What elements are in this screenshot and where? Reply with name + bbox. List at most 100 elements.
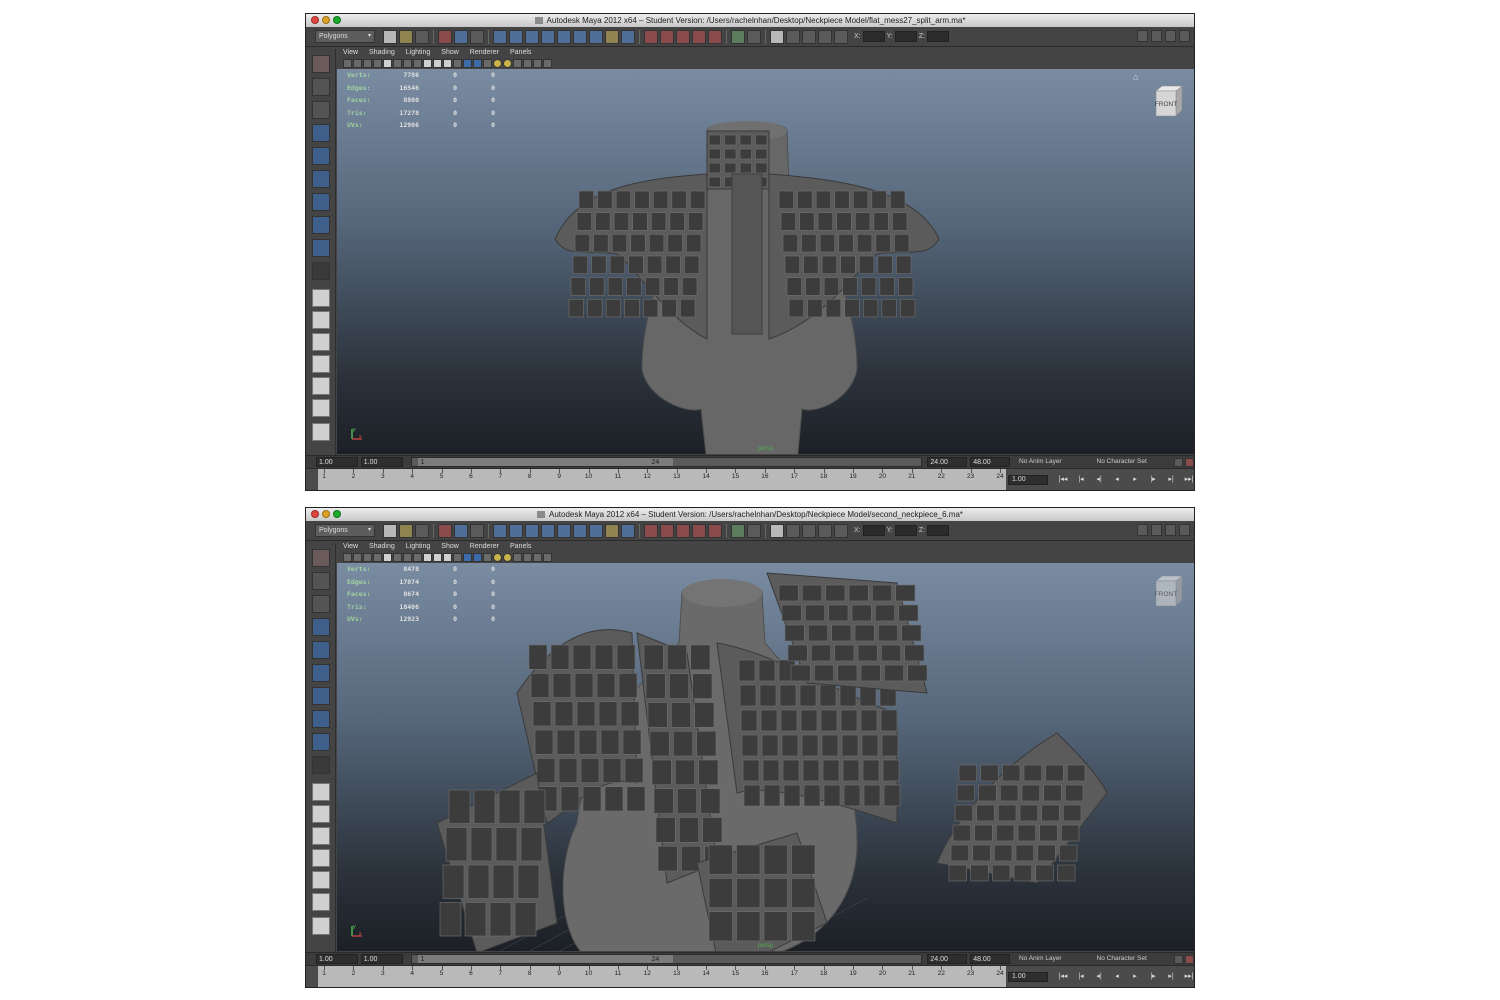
panel-menu-view[interactable]: View (343, 48, 358, 58)
select-render-icon[interactable] (589, 523, 603, 538)
start-time-field[interactable]: 1.00 (316, 457, 358, 467)
new-scene-icon[interactable] (383, 29, 397, 44)
select-tool-icon[interactable] (312, 55, 330, 73)
panel-menu-lighting[interactable]: Lighting (406, 48, 431, 58)
render-settings-icon[interactable] (818, 523, 832, 538)
x-field[interactable] (862, 525, 885, 536)
time-slider[interactable]: 1 2 3 4 5 6 7 8 9 10 11 12 13 14 15 16 17 18 19 20 21 22 23 24 … (306, 468, 1194, 490)
image-plane-icon[interactable] (373, 553, 382, 562)
go-to-end-icon[interactable]: ▸▸| (1182, 475, 1194, 485)
ipr-render-icon[interactable] (802, 523, 816, 538)
last-tool-icon[interactable] (312, 262, 330, 280)
outliner-layout-icon[interactable] (312, 423, 330, 441)
save-scene-icon[interactable] (415, 29, 429, 44)
character-set-dropdown[interactable]: No Character Set (1093, 954, 1172, 964)
field-chart-icon[interactable] (423, 59, 432, 68)
grid-icon[interactable] (383, 553, 392, 562)
show-manipulator-icon[interactable] (312, 733, 330, 751)
safe-title-icon[interactable] (443, 553, 452, 562)
range-slider-bar[interactable]: 1 24 (410, 954, 923, 964)
play-forwards-icon[interactable]: ▸ (1128, 475, 1142, 485)
select-curve-icon[interactable] (525, 29, 539, 44)
channel-box-icon[interactable] (1179, 524, 1190, 536)
y-field[interactable] (894, 525, 917, 536)
isolate-select-icon[interactable] (523, 59, 532, 68)
textured-icon[interactable] (483, 553, 492, 562)
paint-select-tool-icon[interactable] (312, 595, 330, 613)
render-view-icon[interactable] (770, 523, 784, 538)
high-quality-icon[interactable] (533, 59, 542, 68)
gate-mask-icon[interactable] (413, 59, 422, 68)
anim-layer-dropdown[interactable]: No Anim Layer (1015, 457, 1088, 467)
home-icon[interactable]: ⌂ (1133, 73, 1142, 82)
grid-icon[interactable] (383, 59, 392, 68)
select-joint-icon[interactable] (509, 523, 523, 538)
make-live-icon[interactable] (708, 29, 722, 44)
construction-history-icon[interactable] (747, 29, 761, 44)
zoom-window-button[interactable] (333, 510, 341, 518)
film-gate-icon[interactable] (393, 553, 402, 562)
time-slider[interactable]: 1 2 3 4 5 6 7 8 9 10 11 12 13 14 15 16 17 18 19 20 21 22 23 24 … (306, 965, 1194, 987)
wireframe-on-shaded-icon[interactable] (473, 553, 482, 562)
select-deform-icon[interactable] (557, 29, 571, 44)
open-scene-icon[interactable] (399, 29, 413, 44)
select-camera-icon[interactable] (343, 553, 352, 562)
step-back-key-icon[interactable]: |◂ (1074, 475, 1088, 485)
select-mask-icon[interactable] (493, 29, 507, 44)
snap-point-icon[interactable] (676, 29, 690, 44)
z-field[interactable] (927, 31, 950, 42)
select-by-object-icon[interactable] (454, 523, 468, 538)
single-perspective-layout-icon[interactable] (312, 783, 330, 801)
panel-menu-view[interactable]: View (343, 542, 358, 552)
use-all-lights-icon[interactable] (493, 59, 502, 68)
range-thumb[interactable] (417, 955, 673, 963)
x-field[interactable] (862, 31, 885, 42)
select-by-component-icon[interactable] (470, 29, 484, 44)
lasso-tool-icon[interactable] (312, 572, 330, 590)
ipr-render-icon[interactable] (802, 29, 816, 44)
image-plane-icon[interactable] (373, 59, 382, 68)
tool-settings-icon[interactable] (1165, 524, 1176, 536)
safe-title-icon[interactable] (443, 59, 452, 68)
play-forwards-icon[interactable]: ▸ (1128, 972, 1142, 982)
go-to-end-icon[interactable]: ▸▸| (1182, 972, 1194, 982)
wireframe-on-shaded-icon[interactable] (473, 59, 482, 68)
step-back-frame-icon[interactable]: ◂| (1092, 475, 1106, 485)
render-view-icon[interactable] (770, 29, 784, 44)
panel-menu-renderer[interactable]: Renderer (470, 542, 499, 552)
select-mask-icon[interactable] (493, 523, 507, 538)
highlight-selection-icon[interactable] (621, 523, 635, 538)
step-back-frame-icon[interactable]: ◂| (1092, 972, 1106, 982)
y-field[interactable] (894, 31, 917, 42)
hypershade-icon[interactable] (834, 29, 848, 44)
persp-graph-layout-icon[interactable] (312, 827, 330, 845)
menu-set-dropdown[interactable]: Polygons ▾ (315, 30, 375, 43)
view-cube[interactable]: FRONT (1152, 83, 1184, 119)
isolate-select-icon[interactable] (523, 553, 532, 562)
snap-grid-icon[interactable] (644, 523, 658, 538)
time-ruler[interactable]: 1 2 3 4 5 6 7 8 9 10 11 12 13 14 15 16 17 18 19 20 21 22 23 24 (318, 966, 1006, 987)
modeling-toolkit-icon[interactable] (1137, 524, 1148, 536)
panel-menu-renderer[interactable]: Renderer (470, 48, 499, 58)
end-time-field[interactable]: 48.00 (970, 457, 1010, 467)
outliner-persp-graph-layout-icon[interactable] (312, 377, 330, 395)
start-time-field[interactable]: 1.00 (316, 954, 358, 964)
xray-icon[interactable] (513, 59, 522, 68)
select-by-hierarchy-icon[interactable] (438, 523, 452, 538)
scale-tool-icon[interactable] (312, 170, 330, 188)
bookmark-icon[interactable] (363, 59, 372, 68)
outliner-layout-icon[interactable] (312, 917, 330, 935)
gate-mask-icon[interactable] (413, 553, 422, 562)
persp-graph-layout-icon[interactable] (312, 333, 330, 351)
select-surface-icon[interactable] (541, 29, 555, 44)
resolution-gate-icon[interactable] (403, 59, 412, 68)
anim-layer-dropdown[interactable]: No Anim Layer (1015, 954, 1088, 964)
safe-action-icon[interactable] (433, 553, 442, 562)
soft-modification-icon[interactable] (312, 216, 330, 234)
perspective-viewport[interactable]: Verts: 8478 0 0 Edges: 17874 0 0 Faces: 8674 0 0 Tri… (337, 563, 1194, 951)
show-manipulator-icon[interactable] (312, 239, 330, 257)
open-scene-icon[interactable] (399, 523, 413, 538)
attribute-editor-icon[interactable] (1151, 524, 1162, 536)
wireframe-icon[interactable] (453, 59, 462, 68)
select-dynamic-icon[interactable] (573, 523, 587, 538)
